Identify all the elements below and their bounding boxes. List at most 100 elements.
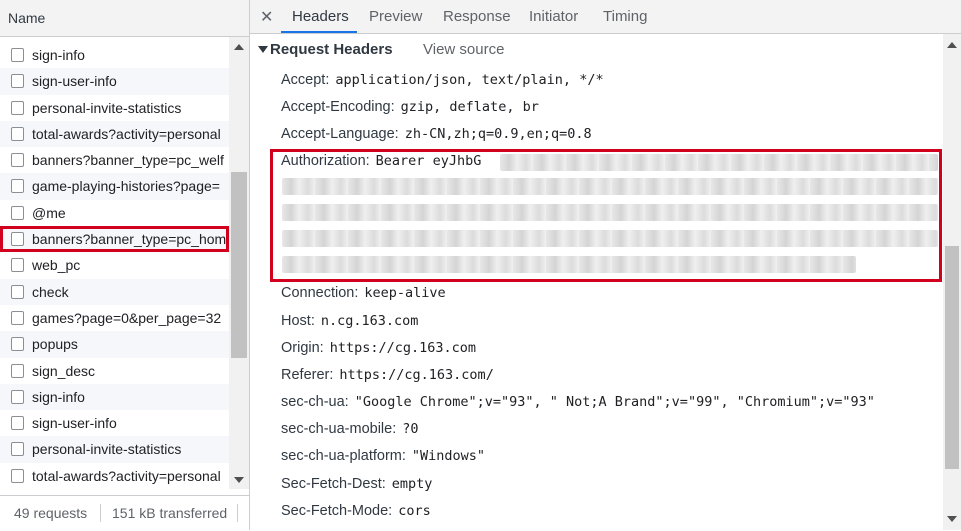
header-key: Host:: [281, 313, 315, 329]
network-status-bar: 49 requests 151 kB transferred: [0, 495, 249, 531]
header-value: n.cg.163.com: [320, 313, 419, 329]
scroll-up-arrow-icon[interactable]: [234, 44, 244, 50]
row-checkbox-icon[interactable]: [11, 258, 24, 273]
row-checkbox-icon[interactable]: [11, 179, 24, 194]
header-value: "Google Chrome";v="93", " Not;A Brand";v…: [354, 394, 875, 410]
request-row[interactable]: sign_desc: [0, 358, 229, 384]
row-checkbox-icon[interactable]: [11, 337, 24, 352]
request-count: 49 requests: [14, 505, 88, 521]
row-checkbox-icon[interactable]: [11, 310, 24, 325]
row-checkbox-icon[interactable]: [11, 48, 24, 62]
request-row[interactable]: total-awards?activity=personal: [0, 120, 229, 148]
row-checkbox-icon[interactable]: [11, 468, 24, 483]
row-checkbox-icon[interactable]: [11, 126, 24, 141]
header-row-sec-fetch-mode: Sec-Fetch-Mode: cors: [281, 503, 431, 519]
details-tab-bar: ✕ Headers Preview Response Initiator Tim…: [250, 0, 961, 34]
header-row-host: Host: n.cg.163.com: [281, 313, 418, 329]
request-headers-section-header[interactable]: Request Headers View source: [250, 34, 945, 64]
header-key: Sec-Fetch-Dest:: [281, 476, 386, 492]
name-column-header[interactable]: Name: [0, 0, 249, 37]
active-tab-indicator: [281, 31, 357, 33]
name-column-label: Name: [8, 10, 46, 26]
tab-response[interactable]: Response: [443, 8, 511, 25]
header-key: Connection:: [281, 285, 359, 301]
header-key: Referer:: [281, 367, 334, 383]
header-key: Accept-Encoding:: [281, 99, 395, 115]
row-checkbox-icon[interactable]: [11, 100, 24, 115]
triangle-down-icon[interactable]: [258, 46, 268, 53]
request-row[interactable]: total-awards?activity=personal: [0, 463, 229, 489]
header-value: "Windows": [411, 448, 486, 464]
request-row[interactable]: @me: [0, 200, 229, 226]
header-key: Accept-Language:: [281, 126, 399, 142]
header-value: zh-CN,zh;q=0.9,en;q=0.8: [404, 126, 592, 142]
request-row[interactable]: game-playing-histories?page=: [0, 173, 229, 200]
request-list: sign-info sign-user-info personal-invite…: [0, 37, 229, 489]
request-row[interactable]: sign-user-info: [0, 68, 229, 95]
header-row-sec-ch-ua-mobile: sec-ch-ua-mobile: ?0: [281, 421, 419, 437]
header-key: Accept:: [281, 72, 330, 88]
header-value: gzip, deflate, br: [400, 99, 539, 115]
header-row-sec-ch-ua: sec-ch-ua: "Google Chrome";v="93", " Not;…: [281, 394, 875, 410]
header-value: empty: [391, 476, 433, 492]
header-value: keep-alive: [364, 285, 446, 301]
request-row[interactable]: sign-user-info: [0, 410, 229, 436]
header-row-accept: Accept: application/json, text/plain, */*: [281, 72, 604, 88]
header-value: https://cg.163.com/: [339, 367, 494, 383]
request-row[interactable]: sign-info: [0, 383, 229, 411]
header-value: cors: [398, 503, 431, 519]
row-checkbox-icon[interactable]: [11, 232, 24, 247]
request-row[interactable]: games?page=0&per_page=32: [0, 305, 229, 331]
scroll-up-arrow-icon[interactable]: [947, 42, 957, 48]
authorization-highlight-box: [270, 149, 942, 282]
header-value: application/json, text/plain, */*: [335, 72, 604, 88]
header-value: https://cg.163.com: [329, 340, 477, 356]
request-list-pane: Name sign-info sign-user-info personal-i…: [0, 0, 250, 530]
tab-preview[interactable]: Preview: [369, 8, 422, 25]
header-key: sec-ch-ua:: [281, 394, 349, 410]
request-row[interactable]: web_pc: [0, 252, 229, 278]
section-title: Request Headers: [270, 41, 393, 58]
request-row[interactable]: personal-invite-statistics: [0, 95, 229, 121]
row-checkbox-icon[interactable]: [11, 284, 24, 299]
row-checkbox-icon[interactable]: [11, 442, 24, 457]
row-checkbox-icon[interactable]: [11, 363, 24, 378]
scrollbar-thumb[interactable]: [945, 246, 959, 469]
header-row-accept-language: Accept-Language: zh-CN,zh;q=0.9,en;q=0.8: [281, 126, 592, 142]
request-row[interactable]: personal-invite-statistics: [0, 436, 229, 463]
header-key: sec-ch-ua-mobile:: [281, 421, 397, 437]
status-divider: [100, 504, 101, 522]
header-row-sec-fetch-dest: Sec-Fetch-Dest: empty: [281, 476, 432, 492]
row-checkbox-icon[interactable]: [11, 416, 24, 431]
scroll-down-arrow-icon[interactable]: [947, 516, 957, 522]
tab-headers[interactable]: Headers: [292, 8, 349, 25]
close-icon[interactable]: ✕: [260, 7, 273, 27]
row-checkbox-icon[interactable]: [11, 153, 24, 168]
transferred-size: 151 kB transferred: [112, 505, 228, 521]
status-divider: [237, 504, 238, 522]
scroll-down-arrow-icon[interactable]: [234, 477, 244, 483]
tab-initiator[interactable]: Initiator: [529, 8, 578, 25]
request-row[interactable]: popups: [0, 331, 229, 358]
row-checkbox-icon[interactable]: [11, 389, 24, 404]
request-row[interactable]: check: [0, 278, 229, 305]
header-key: Sec-Fetch-Mode:: [281, 503, 393, 519]
header-key: sec-ch-ua-platform:: [281, 448, 406, 464]
row-checkbox-icon[interactable]: [11, 205, 24, 220]
details-scrollbar[interactable]: [943, 34, 961, 530]
tab-timing[interactable]: Timing: [603, 8, 647, 25]
row-checkbox-icon[interactable]: [11, 74, 24, 89]
header-row-accept-encoding: Accept-Encoding: gzip, deflate, br: [281, 99, 539, 115]
request-row[interactable]: banners?banner_type=pc_welf: [0, 147, 229, 173]
view-source-link[interactable]: View source: [423, 41, 504, 58]
request-row-selected[interactable]: banners?banner_type=pc_hom: [0, 226, 229, 253]
header-row-origin: Origin: https://cg.163.com: [281, 340, 476, 356]
header-row-referer: Referer: https://cg.163.com/: [281, 367, 494, 383]
header-row-connection: Connection: keep-alive: [281, 285, 446, 301]
request-list-scrollbar[interactable]: [229, 37, 249, 489]
scrollbar-thumb[interactable]: [231, 172, 247, 358]
request-row[interactable]: sign-info: [0, 42, 229, 68]
header-key: Origin:: [281, 340, 324, 356]
header-row-sec-ch-ua-platform: sec-ch-ua-platform: "Windows": [281, 448, 485, 464]
header-value: ?0: [402, 421, 419, 437]
